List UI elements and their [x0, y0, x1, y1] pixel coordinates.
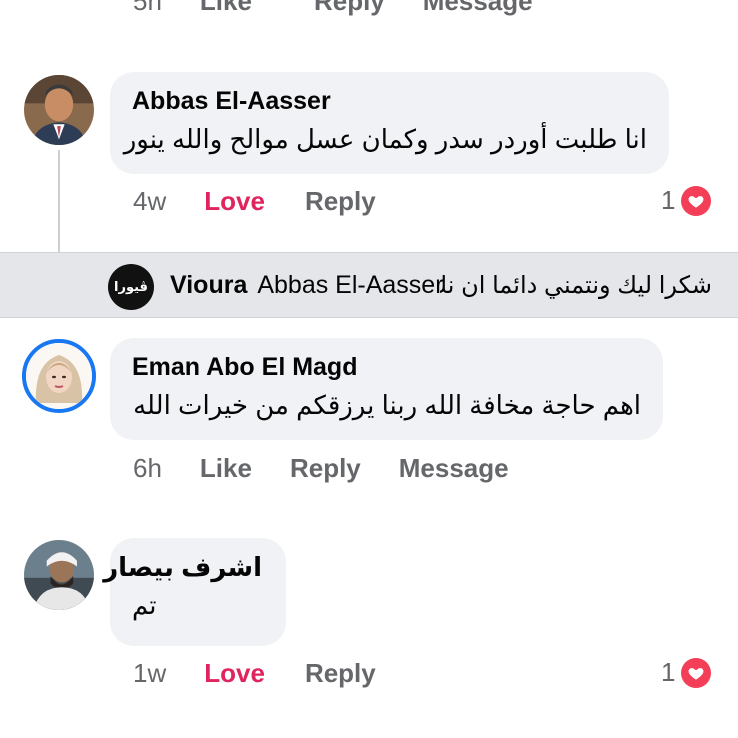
comment-bubble: Abbas El-Aasser انا طلبت أوردر سدر وكمان…: [110, 72, 669, 174]
reply-preview-content: Vioura Abbas El-Aasser: [170, 271, 444, 300]
comment-author[interactable]: Abbas El-Aasser: [132, 86, 647, 116]
reply-mention[interactable]: Abbas El-Aasser: [257, 271, 443, 300]
comment-text: تم: [132, 590, 157, 620]
page-logo: ڤيورا: [108, 264, 154, 310]
avatar-image: [24, 75, 94, 145]
avatar-image: [26, 343, 92, 409]
comment-author[interactable]: اشرف بيصار: [103, 552, 262, 582]
avatar[interactable]: [22, 73, 96, 147]
comment-text: انا طلبت أوردر سدر وكمان عسل موالح والله…: [123, 124, 647, 154]
comment-author[interactable]: Eman Abo El Magd: [132, 352, 641, 382]
comment-time[interactable]: 1w: [133, 658, 166, 689]
reply-preview-text: شكرا ليك ونتمني دائما ان نك...: [440, 272, 712, 299]
reply-author[interactable]: Vioura: [170, 271, 247, 300]
avatar-image: [24, 540, 94, 610]
comment-actions: 6h Like Reply Message: [133, 453, 509, 484]
comment-text: اهم حاجة مخافة الله ربنا يرزقكم من خيرات…: [133, 390, 641, 420]
page-logo-text: ڤيورا: [114, 279, 148, 294]
reply-button[interactable]: Reply: [305, 186, 376, 217]
reply-button[interactable]: Reply: [314, 0, 385, 17]
reaction-count[interactable]: 1: [661, 185, 712, 216]
love-reaction-button[interactable]: Love: [204, 658, 265, 689]
heart-icon: [681, 657, 712, 688]
message-button[interactable]: Message: [399, 453, 509, 484]
top-actions-partial: 5h Like Reply Message: [133, 0, 533, 17]
reply-button[interactable]: Reply: [305, 658, 376, 689]
reaction-count-number: 1: [661, 657, 676, 687]
like-button[interactable]: Like: [200, 0, 252, 17]
reaction-count-number: 1: [661, 185, 676, 215]
reply-preview-bar[interactable]: ڤيورا Vioura Abbas El-Aasser شكرا ليك ون…: [0, 252, 738, 318]
message-button[interactable]: Message: [423, 0, 533, 17]
comment-bubble: اشرف بيصار تم: [103, 538, 286, 646]
comment-bubble: Eman Abo El Magd اهم حاجة مخافة الله ربن…: [110, 338, 663, 440]
avatar[interactable]: [22, 339, 96, 413]
reaction-count[interactable]: 1: [661, 657, 712, 688]
heart-icon: [681, 185, 712, 216]
reply-button[interactable]: Reply: [290, 453, 361, 484]
comment-time[interactable]: 4w: [133, 186, 166, 217]
comment-actions: 1w Love Reply: [133, 658, 376, 689]
comment-actions: 4w Love Reply: [133, 186, 376, 217]
love-reaction-button[interactable]: Love: [204, 186, 265, 217]
comment-time: 5h: [133, 0, 162, 16]
like-button[interactable]: Like: [200, 453, 252, 484]
avatar[interactable]: [22, 538, 96, 612]
comment-time[interactable]: 6h: [133, 453, 162, 484]
